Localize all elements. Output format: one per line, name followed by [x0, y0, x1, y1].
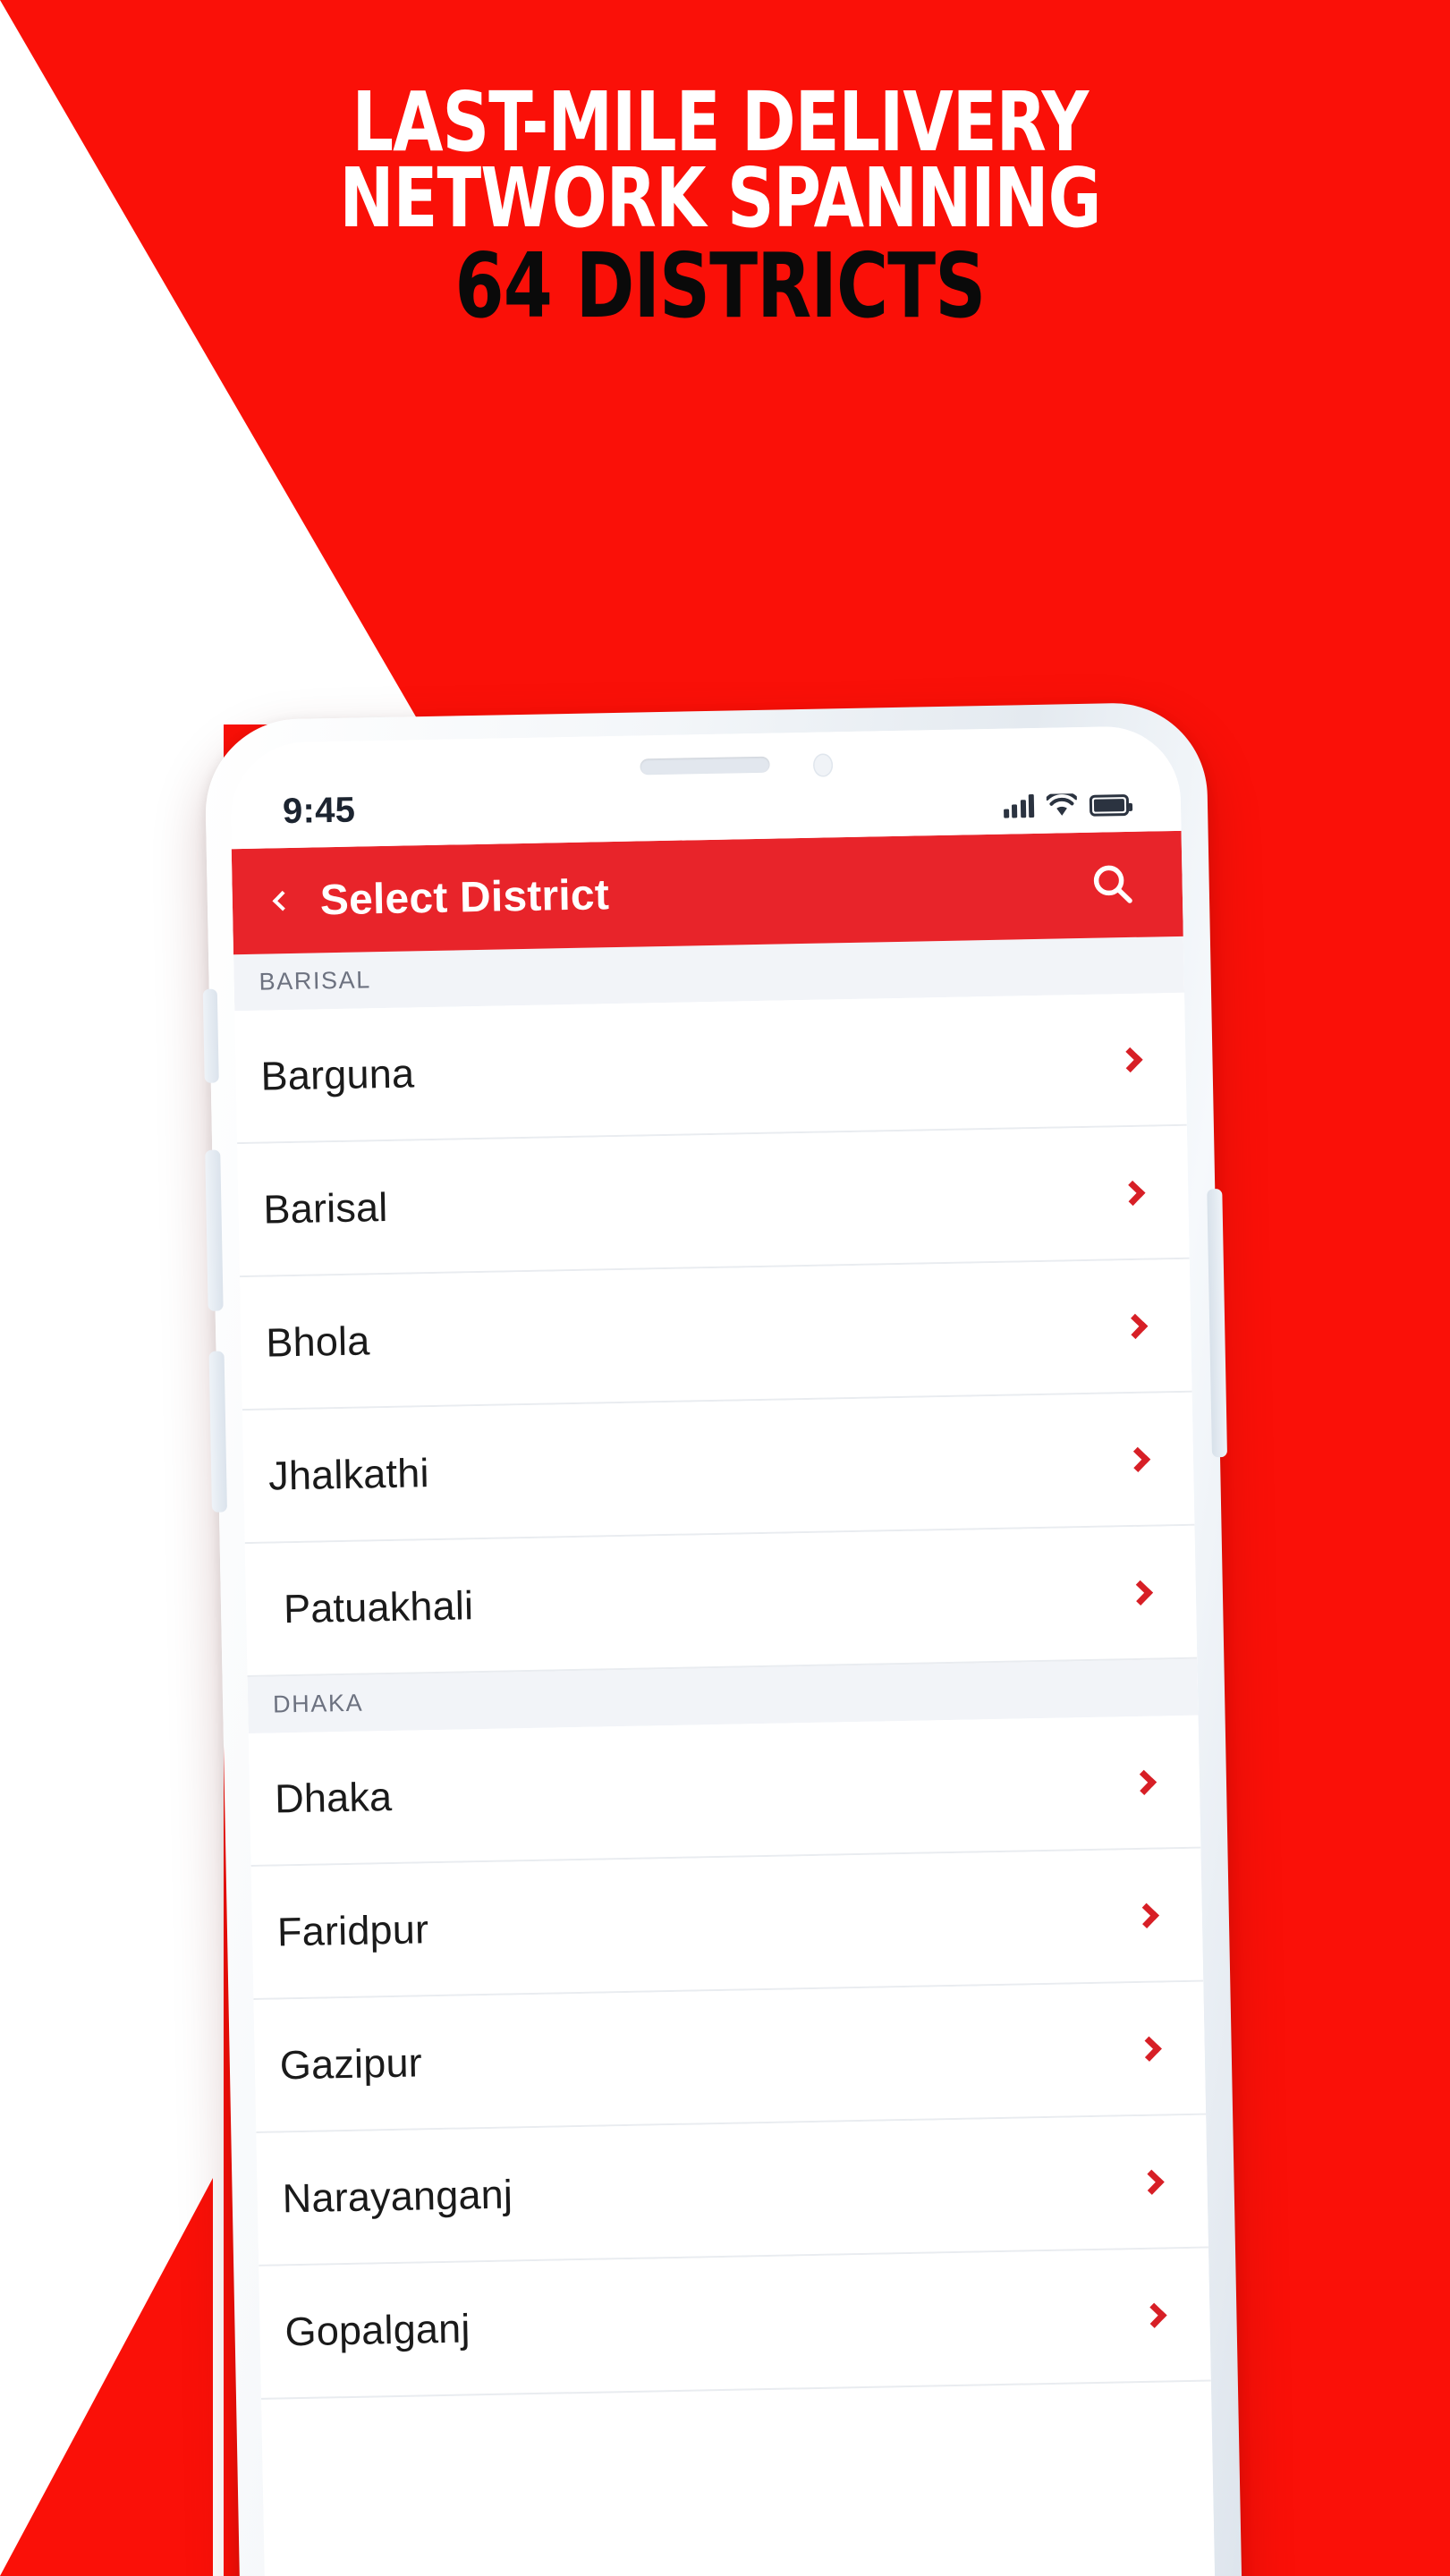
headline-line-2: NETWORK SPANNING [339, 149, 1102, 246]
status-time: 9:45 [282, 790, 356, 832]
search-button[interactable] [1078, 851, 1147, 919]
district-row[interactable]: Narayanganj [256, 2114, 1208, 2267]
district-row[interactable]: Jhalkathi [242, 1392, 1195, 1545]
district-name: Patuakhali [283, 1581, 474, 1631]
battery-level-fill [1093, 799, 1125, 812]
poster-background: LAST-MILE DELIVERY NETWORK SPANNING 64 D… [0, 0, 1450, 2576]
poster-headline: LAST-MILE DELIVERY NETWORK SPANNING 64 D… [268, 81, 1172, 339]
district-name: Narayanganj [282, 2170, 513, 2221]
district-row[interactable]: Gazipur [253, 1981, 1207, 2133]
district-row[interactable]: Barisal [237, 1125, 1190, 1278]
district-row[interactable]: Barguna [234, 992, 1187, 1145]
district-name: Dhaka [274, 1773, 393, 1821]
district-row[interactable]: Patuakhali [244, 1525, 1198, 1678]
speaker-grille-icon [640, 756, 770, 775]
front-camera-icon [812, 753, 834, 777]
district-name: Barguna [260, 1049, 415, 1099]
volume-down-button[interactable] [208, 1351, 227, 1513]
cellular-signal-icon [1003, 793, 1035, 818]
page-title: Select District [319, 870, 610, 924]
app-header: Select District [231, 830, 1183, 955]
phone-screen: 9:45 Select District BARISAL Barguna Bar… [229, 724, 1216, 2576]
wifi-icon [1046, 793, 1078, 818]
chevron-left-icon [272, 890, 293, 911]
district-name: Gopalganj [284, 2304, 471, 2354]
district-row[interactable]: Bhola [239, 1258, 1192, 1411]
district-row[interactable]: Faridpur [250, 1848, 1204, 2000]
phone-mockup: 9:45 Select District BARISAL Barguna Bar… [202, 701, 1242, 2576]
district-name: Bhola [265, 1317, 370, 1366]
battery-full-icon [1089, 793, 1130, 817]
search-icon [1093, 865, 1132, 903]
district-row[interactable]: Gopalganj [259, 2248, 1211, 2400]
status-icons [1003, 792, 1130, 818]
district-name: Gazipur [279, 2038, 423, 2088]
district-list[interactable]: BARISAL Barguna Barisal Bhola Jhalkathi Patua… [233, 936, 1216, 2576]
district-row[interactable]: Dhaka [248, 1715, 1201, 1868]
district-name: Barisal [262, 1183, 388, 1233]
back-button[interactable] [255, 869, 304, 933]
district-name: Faridpur [276, 1905, 429, 1954]
phone-notch [512, 730, 898, 803]
headline-accent-line: 64 DISTRICTS [454, 233, 987, 339]
district-name: Jhalkathi [267, 1449, 430, 1499]
silent-switch-button[interactable] [202, 988, 219, 1083]
volume-up-button[interactable] [205, 1149, 224, 1311]
